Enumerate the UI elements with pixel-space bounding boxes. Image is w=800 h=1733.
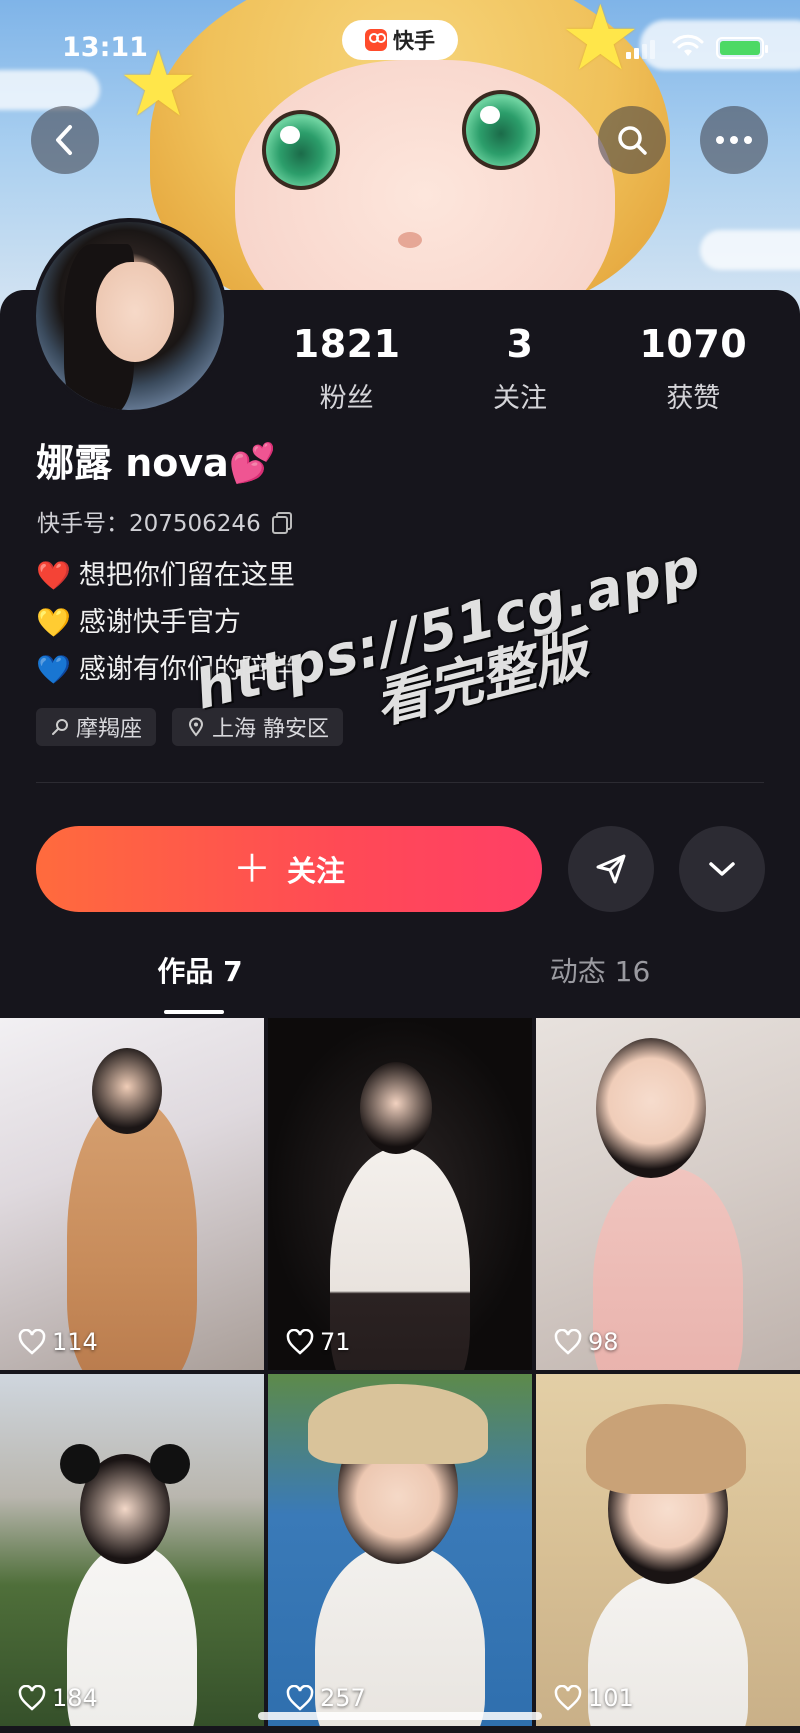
stat-label: 获赞 [666, 383, 721, 414]
blue-heart-icon: 💙 [36, 653, 71, 686]
app-badge[interactable]: 快手 [342, 20, 458, 60]
tab-works[interactable]: 作品 7 [0, 950, 400, 1018]
stat-label: 关注 [492, 383, 547, 414]
like-value: 71 [320, 1328, 351, 1356]
zodiac-icon [52, 719, 68, 735]
battery-icon [716, 37, 768, 59]
signal-icon [626, 40, 655, 59]
video-grid: 114 71 98 184 257 101 [0, 1018, 800, 1726]
copy-icon[interactable] [271, 511, 292, 534]
profile-stats: 1821 粉丝 3 关注 1070 获赞 [260, 322, 780, 415]
divider [36, 782, 764, 783]
stat-value: 1821 [292, 322, 401, 366]
kuaishou-logo-icon [365, 29, 387, 51]
heart-outline-icon [554, 1685, 582, 1711]
heart-outline-icon [18, 1685, 46, 1711]
stat-following[interactable]: 3 关注 [433, 322, 606, 415]
like-count: 184 [18, 1684, 98, 1712]
video-thumbnail[interactable]: 101 [536, 1374, 800, 1726]
tag-zodiac[interactable]: 摩羯座 [36, 708, 157, 746]
video-thumbnail[interactable]: 71 [268, 1018, 532, 1370]
tab-label: 动态 16 [549, 955, 651, 988]
share-button[interactable] [568, 826, 654, 912]
kuaishou-id-value: 207506246 [129, 511, 261, 537]
search-button[interactable] [598, 106, 666, 174]
stat-value: 1070 [639, 322, 748, 366]
profile-name-text: 娜露 nova [36, 441, 229, 485]
stat-label: 粉丝 [319, 383, 374, 414]
kuaishou-id: 快手号：207506246 [37, 504, 292, 538]
search-icon [618, 126, 647, 155]
like-count: 101 [554, 1684, 634, 1712]
tab-label: 作品 7 [157, 955, 243, 988]
video-thumbnail[interactable]: 257 [268, 1374, 532, 1726]
home-indicator[interactable] [258, 1712, 542, 1720]
like-value: 98 [588, 1328, 619, 1356]
plus-icon: ＋ [232, 847, 271, 891]
kuaishou-id-label: 快手号： [37, 511, 129, 537]
heart-outline-icon [286, 1685, 314, 1711]
video-thumbnail[interactable]: 184 [0, 1374, 264, 1726]
stat-value: 3 [506, 322, 534, 366]
bio-text: 想把你们留在这里 [78, 560, 295, 591]
stat-likes[interactable]: 1070 获赞 [607, 322, 780, 415]
profile-name-emoji: 💕 [228, 441, 277, 485]
chevron-down-icon [709, 862, 735, 876]
bio-line: 💛 感谢快手官方 [36, 599, 295, 646]
profile-tabs: 作品 7 动态 16 [0, 950, 800, 1018]
expand-button[interactable] [679, 826, 765, 912]
chevron-left-icon [56, 125, 72, 155]
more-icon [716, 136, 752, 144]
heart-outline-icon [554, 1329, 582, 1355]
app-name: 快手 [393, 29, 435, 53]
like-value: 114 [52, 1328, 98, 1356]
like-count: 257 [286, 1684, 366, 1712]
follow-label: 关注 [287, 854, 346, 888]
send-icon [596, 854, 626, 884]
profile-name: 娜露 nova💕 [36, 432, 276, 487]
back-button[interactable] [31, 106, 99, 174]
bio-text: 感谢快手官方 [78, 607, 241, 638]
like-count: 71 [286, 1328, 351, 1356]
follow-button[interactable]: ＋ 关注 [36, 826, 542, 912]
like-count: 98 [554, 1328, 619, 1356]
heart-outline-icon [286, 1329, 314, 1355]
like-count: 114 [18, 1328, 98, 1356]
tag-text: 摩羯座 [76, 717, 143, 742]
like-value: 101 [588, 1684, 634, 1712]
tab-moments[interactable]: 动态 16 [400, 950, 800, 1018]
avatar[interactable] [32, 218, 228, 414]
status-time: 13:11 [62, 32, 148, 63]
stat-fans[interactable]: 1821 粉丝 [260, 322, 433, 415]
wifi-icon [672, 34, 704, 56]
yellow-heart-icon: 💛 [36, 606, 71, 639]
video-thumbnail[interactable]: 98 [536, 1018, 800, 1370]
more-button[interactable] [700, 106, 768, 174]
like-value: 184 [52, 1684, 98, 1712]
like-value: 257 [320, 1684, 366, 1712]
heart-outline-icon [18, 1329, 46, 1355]
bio-line: ❤️ 想把你们留在这里 [36, 552, 295, 599]
tab-indicator [164, 1010, 224, 1014]
video-thumbnail[interactable]: 114 [0, 1018, 264, 1370]
red-heart-icon: ❤️ [36, 559, 71, 592]
